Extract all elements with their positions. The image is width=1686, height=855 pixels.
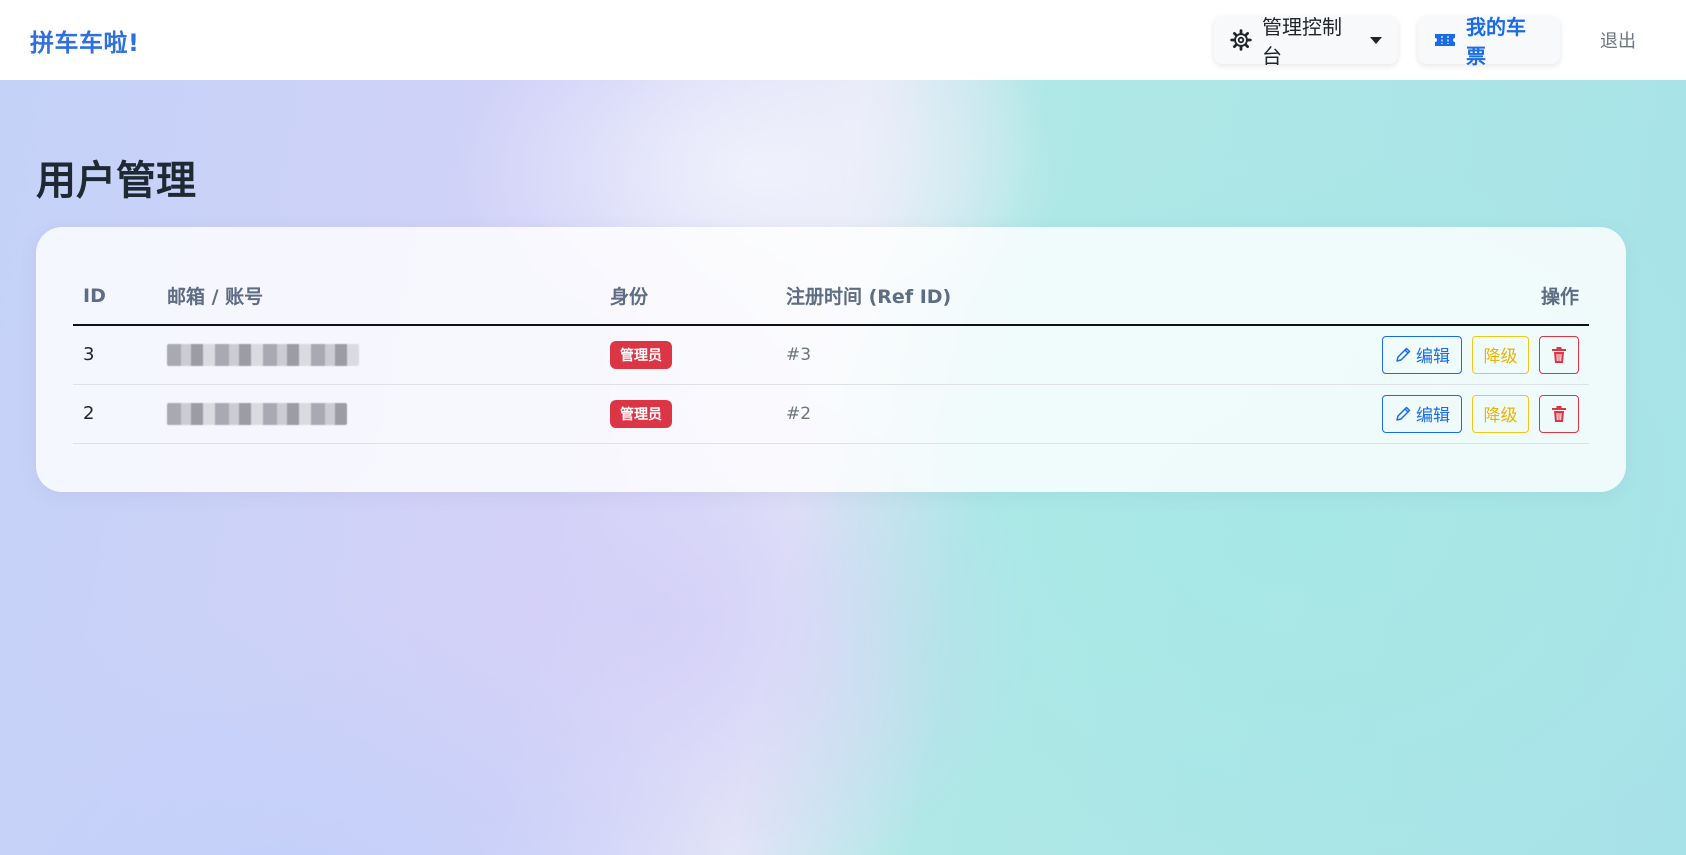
- edit-button[interactable]: 编辑: [1382, 335, 1462, 374]
- users-table: ID 邮箱 / 账号 身份 注册时间 (Ref ID) 操作 3 管理员 #3: [73, 267, 1589, 444]
- delete-button[interactable]: [1539, 335, 1579, 374]
- edit-label: 编辑: [1416, 406, 1450, 426]
- ticket-icon: [1434, 32, 1456, 48]
- cell-email: [157, 384, 600, 444]
- brand-logo[interactable]: 拼车车啦!: [30, 23, 139, 58]
- role-badge: 管理员: [610, 340, 672, 369]
- header-role: 身份: [600, 267, 776, 326]
- cell-email: [157, 325, 600, 385]
- cell-ref: #2: [776, 384, 1336, 444]
- cell-role: 管理员: [600, 384, 776, 444]
- cell-actions: 编辑 降级: [1336, 325, 1589, 385]
- table-row: 3 管理员 #3 编辑 降级: [73, 325, 1589, 385]
- redacted-email: [167, 343, 359, 366]
- row-actions: 编辑 降级: [1346, 394, 1579, 433]
- header-email: 邮箱 / 账号: [157, 267, 600, 326]
- delete-button[interactable]: [1539, 394, 1579, 433]
- nav-right: 管理控制台 我的车票 退出: [1214, 15, 1656, 68]
- pencil-icon: [1394, 405, 1412, 423]
- table-header-row: ID 邮箱 / 账号 身份 注册时间 (Ref ID) 操作: [73, 267, 1589, 326]
- admin-console-label: 管理控制台: [1262, 15, 1342, 68]
- my-tickets-label: 我的车票: [1466, 15, 1526, 68]
- cell-id: 3: [73, 325, 157, 385]
- cell-actions: 编辑 降级: [1336, 384, 1589, 444]
- demote-button[interactable]: 降级: [1472, 394, 1529, 433]
- logout-link[interactable]: 退出: [1580, 27, 1656, 53]
- header-id: ID: [73, 267, 157, 326]
- demote-button[interactable]: 降级: [1472, 335, 1529, 374]
- admin-console-dropdown[interactable]: 管理控制台: [1214, 15, 1398, 68]
- cell-id: 2: [73, 384, 157, 444]
- edit-label: 编辑: [1416, 347, 1450, 368]
- gear-icon: [1230, 29, 1252, 51]
- navbar: 拼车车啦! 管理控制台 我的车票 退出: [0, 0, 1686, 80]
- page-title: 用户管理: [36, 158, 196, 204]
- pencil-icon: [1394, 346, 1412, 364]
- my-tickets-button[interactable]: 我的车票: [1418, 15, 1560, 68]
- cell-ref: #3: [776, 325, 1336, 385]
- users-card: ID 邮箱 / 账号 身份 注册时间 (Ref ID) 操作 3 管理员 #3: [36, 227, 1626, 492]
- trash-icon: [1551, 346, 1567, 364]
- header-ref: 注册时间 (Ref ID): [776, 267, 1336, 326]
- chevron-down-icon: [1370, 36, 1382, 44]
- edit-button[interactable]: 编辑: [1382, 394, 1462, 433]
- row-actions: 编辑 降级: [1346, 335, 1579, 374]
- table-row: 2 管理员 #2 编辑 降级: [73, 384, 1589, 444]
- trash-icon: [1551, 405, 1567, 423]
- cell-role: 管理员: [600, 325, 776, 385]
- role-badge: 管理员: [610, 399, 672, 428]
- redacted-email: [167, 402, 347, 425]
- header-actions: 操作: [1336, 267, 1589, 326]
